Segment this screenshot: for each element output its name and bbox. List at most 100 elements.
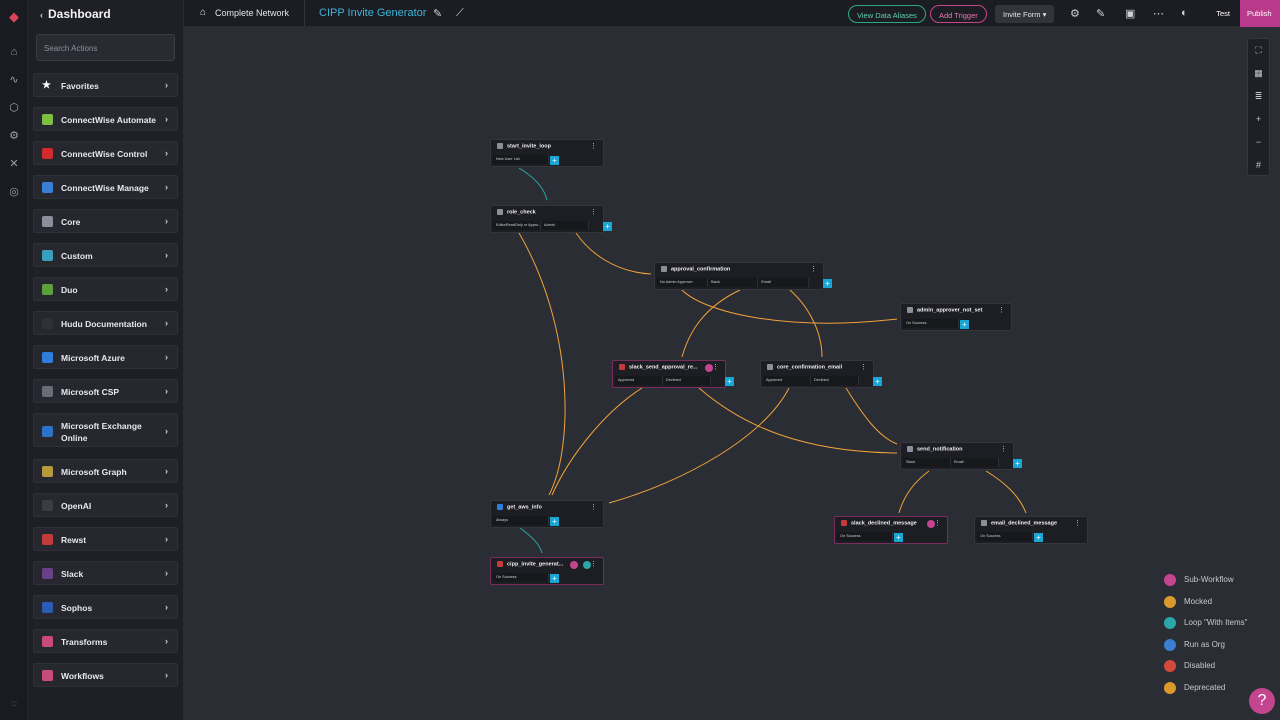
category-transforms[interactable]: Transforms › bbox=[33, 629, 178, 653]
category-connectwise-control[interactable]: ConnectWise Control › bbox=[33, 141, 178, 165]
search-input[interactable]: Search Actions bbox=[36, 34, 175, 61]
publish-button[interactable]: Publish bbox=[1240, 0, 1280, 27]
more-icon[interactable]: ⋯ bbox=[1153, 7, 1164, 20]
category-slack[interactable]: Slack › bbox=[33, 561, 178, 585]
core-icon bbox=[661, 266, 667, 272]
add-node-icon[interactable]: + bbox=[550, 517, 559, 526]
category-duo[interactable]: Duo › bbox=[33, 277, 178, 301]
actions-sidebar: ‹ Dashboard Search Actions ★ Favorites › Con… bbox=[28, 0, 184, 720]
node-menu-icon[interactable]: ⋮ bbox=[998, 306, 1005, 314]
node-menu-icon[interactable]: ⋮ bbox=[590, 560, 597, 568]
category-custom[interactable]: Custom › bbox=[33, 243, 178, 267]
add-trigger-button[interactable]: Add Trigger bbox=[930, 5, 987, 23]
node-title: admin_approver_not_set bbox=[917, 307, 983, 314]
analytics-icon[interactable]: ⟋ bbox=[456, 7, 464, 20]
workflow-node[interactable]: start_invite_loop ⋮ New User List + bbox=[490, 139, 604, 167]
package-icon[interactable]: ⬡ bbox=[7, 101, 21, 115]
toggle-icon[interactable]: ◐ bbox=[1181, 7, 1188, 19]
workflow-node[interactable]: core_confirmation_email ⋮ Approved Declin… bbox=[760, 360, 882, 388]
workflow-node[interactable]: admin_approver_not_set ⋮ On Success + bbox=[900, 303, 1012, 331]
workflow-node[interactable]: slack_declined_message ⋮ On Success + bbox=[834, 516, 948, 544]
node-menu-icon[interactable]: ⋮ bbox=[860, 363, 867, 371]
category-hudu-documentation[interactable]: Hudu Documentation › bbox=[33, 311, 178, 335]
add-node-icon[interactable]: + bbox=[823, 279, 832, 288]
legend-label: Loop "With Items" bbox=[1184, 618, 1248, 627]
category-favorites[interactable]: ★ Favorites › bbox=[33, 73, 178, 97]
back-to-dashboard[interactable]: ‹ Dashboard bbox=[40, 7, 111, 21]
node-title: core_confirmation_email bbox=[777, 364, 843, 371]
category-microsoft-csp[interactable]: Microsoft CSP › bbox=[33, 379, 178, 403]
node-output: On Success bbox=[903, 319, 959, 328]
workflow-node[interactable]: slack_send_approval_re... ⋮ Approved Decl… bbox=[612, 360, 734, 388]
node-menu-icon[interactable]: ⋮ bbox=[934, 519, 941, 527]
chevron-right-icon: › bbox=[165, 182, 168, 192]
add-node-icon[interactable]: + bbox=[894, 533, 903, 542]
legend: Sub-Workflow Mocked Loop "With Items" Run a… bbox=[1156, 568, 1262, 700]
add-node-icon[interactable]: + bbox=[550, 156, 559, 165]
category-sophos[interactable]: Sophos › bbox=[33, 595, 178, 619]
help-button[interactable]: ? bbox=[1249, 688, 1275, 714]
node-menu-icon[interactable]: ⋮ bbox=[590, 503, 597, 511]
node-menu-icon[interactable]: ⋮ bbox=[1074, 519, 1081, 527]
zoom-out-icon[interactable]: − bbox=[1248, 131, 1269, 154]
view-data-aliases-button[interactable]: View Data Aliases bbox=[848, 5, 926, 23]
category-connectwise-manage[interactable]: ConnectWise Manage › bbox=[33, 175, 178, 199]
workflow-title: CIPP Invite Generator bbox=[319, 7, 427, 19]
add-node-icon[interactable]: + bbox=[1034, 533, 1043, 542]
category-microsoft-graph[interactable]: Microsoft Graph › bbox=[33, 459, 178, 483]
add-node-icon[interactable]: + bbox=[873, 377, 882, 386]
category-microsoft-azure[interactable]: Microsoft Azure › bbox=[33, 345, 178, 369]
category-core[interactable]: Core › bbox=[33, 209, 178, 233]
layers-icon[interactable]: ≣ bbox=[1248, 85, 1269, 108]
node-title: send_notification bbox=[917, 446, 963, 453]
comment-icon[interactable]: ▣ bbox=[1125, 7, 1135, 20]
pencil-icon[interactable]: ✎ bbox=[1096, 7, 1105, 20]
collapse-icon[interactable]: ○ bbox=[7, 697, 21, 711]
form-select[interactable]: Invite Form ▾ bbox=[995, 5, 1055, 23]
category-connectwise-automate[interactable]: ConnectWise Automate › bbox=[33, 107, 178, 131]
add-node-icon[interactable]: + bbox=[960, 320, 969, 329]
workflow-node[interactable]: role_check ⋮ EditorReadOnly or Appro... A… bbox=[490, 205, 612, 233]
workflow-node[interactable]: cipp_invite_generat... ⋮ On Success + bbox=[490, 557, 604, 585]
gear-icon[interactable]: ⚙ bbox=[1070, 7, 1080, 20]
activity-icon[interactable]: ∿ bbox=[7, 73, 21, 87]
edge bbox=[518, 167, 548, 201]
breadcrumb[interactable]: Complete Network bbox=[215, 8, 289, 18]
home-icon[interactable]: ⌂ bbox=[7, 45, 21, 59]
workflow-canvas[interactable]: start_invite_loop ⋮ New User List + role… bbox=[184, 27, 1280, 720]
category-rewst[interactable]: Rewst › bbox=[33, 527, 178, 551]
zoom-in-icon[interactable]: + bbox=[1248, 108, 1269, 131]
test-button[interactable]: Test bbox=[1216, 9, 1230, 18]
add-node-icon[interactable]: + bbox=[603, 222, 612, 231]
category-microsoft-exchange-online[interactable]: Microsoft Exchange Online › bbox=[33, 413, 178, 447]
category-openai[interactable]: OpenAI › bbox=[33, 493, 178, 517]
add-node-icon[interactable]: + bbox=[550, 574, 559, 583]
node-menu-icon[interactable]: ⋮ bbox=[590, 142, 597, 150]
category-label: Microsoft Graph bbox=[61, 467, 127, 477]
account-icon[interactable]: ◎ bbox=[7, 185, 21, 199]
workflow-node[interactable]: send_notification ⋮ Slack Email + bbox=[900, 442, 1022, 470]
legend-label: Disabled bbox=[1184, 661, 1216, 670]
add-node-icon[interactable]: + bbox=[1013, 459, 1022, 468]
node-menu-icon[interactable]: ⋮ bbox=[712, 363, 719, 371]
workflow-node[interactable]: approval_confirmation ⋮ No Admin Approve… bbox=[654, 262, 832, 290]
star-icon: ★ bbox=[42, 80, 51, 91]
node-output: Slack bbox=[708, 278, 759, 287]
workflow-node[interactable]: get_aws_info ⋮ Always + bbox=[490, 500, 604, 528]
rewst-logo-icon[interactable]: ◆ bbox=[7, 10, 21, 24]
fullscreen-icon[interactable]: ⛶ bbox=[1248, 39, 1269, 62]
grid-icon[interactable]: # bbox=[1248, 154, 1269, 177]
chevron-right-icon: › bbox=[165, 534, 168, 544]
workflow-node[interactable]: email_declined_message ⋮ On Success + bbox=[974, 516, 1088, 544]
settings-icon[interactable]: ⚙ bbox=[7, 129, 21, 143]
edges-layer bbox=[518, 167, 1027, 554]
chevron-right-icon: › bbox=[165, 284, 168, 294]
node-menu-icon[interactable]: ⋮ bbox=[1000, 445, 1007, 453]
tools-icon[interactable]: ✕ bbox=[7, 157, 21, 171]
node-menu-icon[interactable]: ⋮ bbox=[810, 265, 817, 273]
map-icon[interactable]: ▦ bbox=[1248, 62, 1269, 85]
add-node-icon[interactable]: + bbox=[725, 377, 734, 386]
edit-pencil-icon[interactable]: ✎ bbox=[433, 7, 442, 20]
node-menu-icon[interactable]: ⋮ bbox=[590, 208, 597, 216]
category-workflows[interactable]: Workflows › bbox=[33, 663, 178, 687]
